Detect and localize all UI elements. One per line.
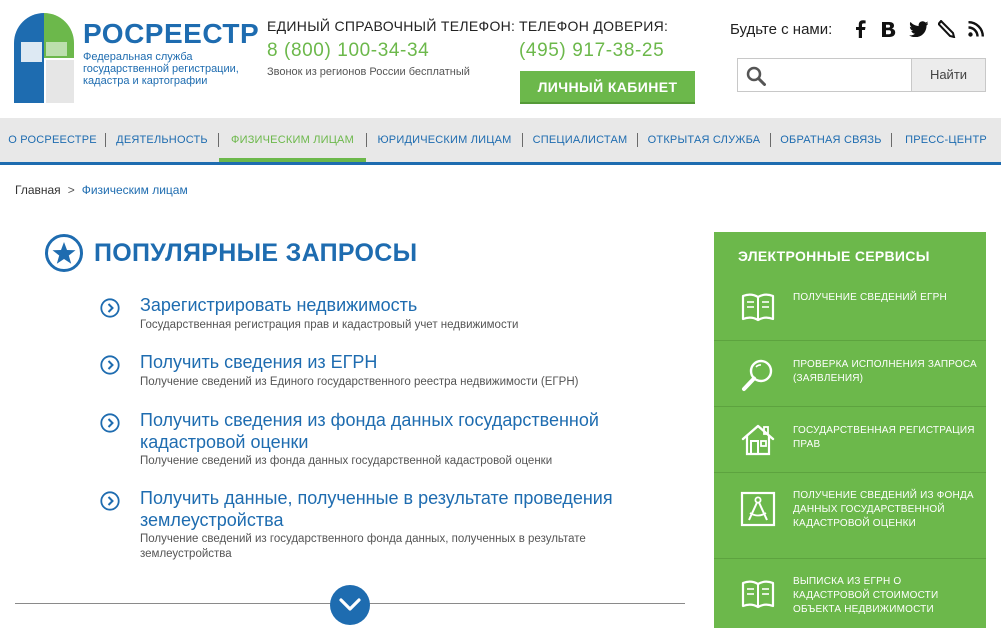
chevron-right-icon[interactable] bbox=[100, 298, 120, 318]
e-services-panel: ЭЛЕКТРОННЫЕ СЕРВИСЫ ПОЛУЧЕНИЕ СВЕДЕНИЙ Е… bbox=[714, 232, 986, 628]
book-icon bbox=[741, 580, 775, 609]
brand-subtitle: Федеральная служба государственной регис… bbox=[83, 51, 239, 87]
e-services-title: ЭЛЕКТРОННЫЕ СЕРВИСЫ bbox=[738, 248, 930, 264]
compass-icon bbox=[740, 491, 776, 527]
vk-icon[interactable] bbox=[879, 19, 899, 39]
personal-cabinet-button[interactable]: ЛИЧНЫЙ КАБИНЕТ bbox=[520, 71, 695, 104]
nav-item-specialists[interactable]: СПЕЦИАЛИСТАМ bbox=[523, 118, 637, 162]
query-title[interactable]: Получить сведения из ЕГРН bbox=[140, 351, 680, 373]
query-description: Получение сведений из фонда данных госуд… bbox=[140, 455, 553, 467]
book-icon bbox=[741, 293, 775, 322]
social-label: Будьте с нами: bbox=[730, 20, 833, 38]
hotline-note: Звонок из регионов России бесплатный bbox=[267, 66, 470, 78]
breadcrumb-home[interactable]: Главная bbox=[15, 183, 61, 197]
site-header: РОСРЕЕСТР Федеральная служба государстве… bbox=[0, 0, 1001, 118]
service-label: ГОСУДАРСТВЕННАЯ РЕГИСТРАЦИЯ ПРАВ bbox=[793, 425, 975, 450]
service-label: ПРОВЕРКА ИСПОЛНЕНИЯ ЗАПРОСА (ЗАЯВЛЕНИЯ) bbox=[793, 359, 977, 384]
service-request-status[interactable]: ПРОВЕРКА ИСПОЛНЕНИЯ ЗАПРОСА (ЗАЯВЛЕНИЯ) bbox=[714, 340, 986, 406]
rss-icon[interactable] bbox=[966, 19, 986, 39]
nav-item-feedback[interactable]: ОБРАТНАЯ СВЯЗЬ bbox=[771, 118, 891, 162]
service-label: ПОЛУЧЕНИЕ СВЕДЕНИЙ ИЗ ФОНДА ДАННЫХ ГОСУД… bbox=[793, 490, 974, 529]
hotline-phone[interactable]: 8 (800) 100-34-34 bbox=[267, 40, 507, 62]
search-input[interactable] bbox=[774, 62, 910, 88]
facebook-icon[interactable] bbox=[850, 19, 870, 39]
nav-item-activity[interactable]: ДЕЯТЕЛЬНОСТЬ bbox=[106, 118, 218, 162]
query-title[interactable]: Получить сведения из фонда данных госуда… bbox=[140, 409, 680, 453]
nav-item-about[interactable]: О РОСРЕЕСТРЕ bbox=[0, 118, 105, 162]
search-box: Найти bbox=[737, 58, 986, 92]
service-cadastral-value-extract[interactable]: ВЫПИСКА ИЗ ЕГРН О КАДАСТРОВОЙ СТОИМОСТИ … bbox=[714, 558, 986, 628]
service-cadastral-valuation-fund[interactable]: ПОЛУЧЕНИЕ СВЕДЕНИЙ ИЗ ФОНДА ДАННЫХ ГОСУД… bbox=[714, 472, 986, 558]
service-label: ПОЛУЧЕНИЕ СВЕДЕНИЙ ЕГРН bbox=[793, 292, 947, 303]
service-rights-registration[interactable]: ГОСУДАРСТВЕННАЯ РЕГИСТРАЦИЯ ПРАВ bbox=[714, 406, 986, 472]
twitter-icon[interactable] bbox=[908, 19, 928, 39]
query-description: Государственная регистрация прав и кадас… bbox=[140, 319, 519, 331]
hotline-label: ЕДИНЫЙ СПРАВОЧНЫЙ ТЕЛЕФОН: bbox=[267, 18, 516, 34]
nav-item-press-center[interactable]: ПРЕСС-ЦЕНТР bbox=[892, 118, 1000, 162]
breadcrumb-current[interactable]: Физическим лицам bbox=[82, 183, 188, 197]
social-links: Будьте с нами: bbox=[730, 19, 986, 39]
query-description: Получение сведений из государственного ф… bbox=[140, 533, 586, 560]
nav-item-legal-entities[interactable]: ЮРИДИЧЕСКИМ ЛИЦАМ bbox=[367, 118, 522, 162]
trust-line-label: ТЕЛЕФОН ДОВЕРИЯ: bbox=[519, 18, 669, 34]
livejournal-icon[interactable] bbox=[937, 19, 957, 39]
rosreestr-logo-icon bbox=[14, 13, 74, 103]
chevron-right-icon[interactable] bbox=[100, 355, 120, 375]
search-button[interactable]: Найти bbox=[911, 58, 986, 92]
query-title[interactable]: Зарегистрировать недвижимость bbox=[140, 294, 680, 316]
star-icon bbox=[45, 234, 83, 272]
search-icon bbox=[746, 66, 766, 86]
breadcrumb-separator: > bbox=[67, 183, 75, 197]
hotline-block: ЕДИНЫЙ СПРАВОЧНЫЙ ТЕЛЕФОН: 8 (800) 100-3… bbox=[267, 18, 516, 78]
chevron-down-icon bbox=[339, 598, 361, 611]
trust-line-phone[interactable]: (495) 917-38-25 bbox=[519, 40, 719, 62]
house-icon bbox=[741, 424, 775, 456]
popular-title: ПОПУЛЯРНЫЕ ЗАПРОСЫ bbox=[94, 238, 418, 267]
nav-item-open-service[interactable]: ОТКРЫТАЯ СЛУЖБА bbox=[638, 118, 770, 162]
breadcrumb: Главная > Физическим лицам bbox=[15, 183, 188, 197]
popular-header: ПОПУЛЯРНЫЕ ЗАПРОСЫ bbox=[44, 232, 417, 274]
site-logo[interactable]: РОСРЕЕСТР Федеральная служба государстве… bbox=[13, 12, 259, 104]
brand-name: РОСРЕЕСТР bbox=[83, 18, 260, 49]
main-nav: О РОСРЕЕСТРЕ ДЕЯТЕЛЬНОСТЬ ФИЗИЧЕСКИМ ЛИЦ… bbox=[0, 118, 1001, 165]
query-title[interactable]: Получить данные, полученные в результате… bbox=[140, 487, 680, 531]
query-description: Получение сведений из Единого государств… bbox=[140, 376, 579, 388]
service-label: ВЫПИСКА ИЗ ЕГРН О КАДАСТРОВОЙ СТОИМОСТИ … bbox=[793, 576, 939, 615]
nav-item-individuals[interactable]: ФИЗИЧЕСКИМ ЛИЦАМ bbox=[219, 118, 366, 162]
trust-line-block: ТЕЛЕФОН ДОВЕРИЯ: (495) 917-38-25 bbox=[519, 18, 719, 62]
chevron-right-icon[interactable] bbox=[100, 491, 120, 511]
service-egrn-info[interactable]: ПОЛУЧЕНИЕ СВЕДЕНИЙ ЕГРН bbox=[714, 274, 986, 340]
chevron-right-icon[interactable] bbox=[100, 413, 120, 433]
show-more-button[interactable] bbox=[330, 585, 370, 625]
magnifier-icon bbox=[742, 359, 773, 391]
